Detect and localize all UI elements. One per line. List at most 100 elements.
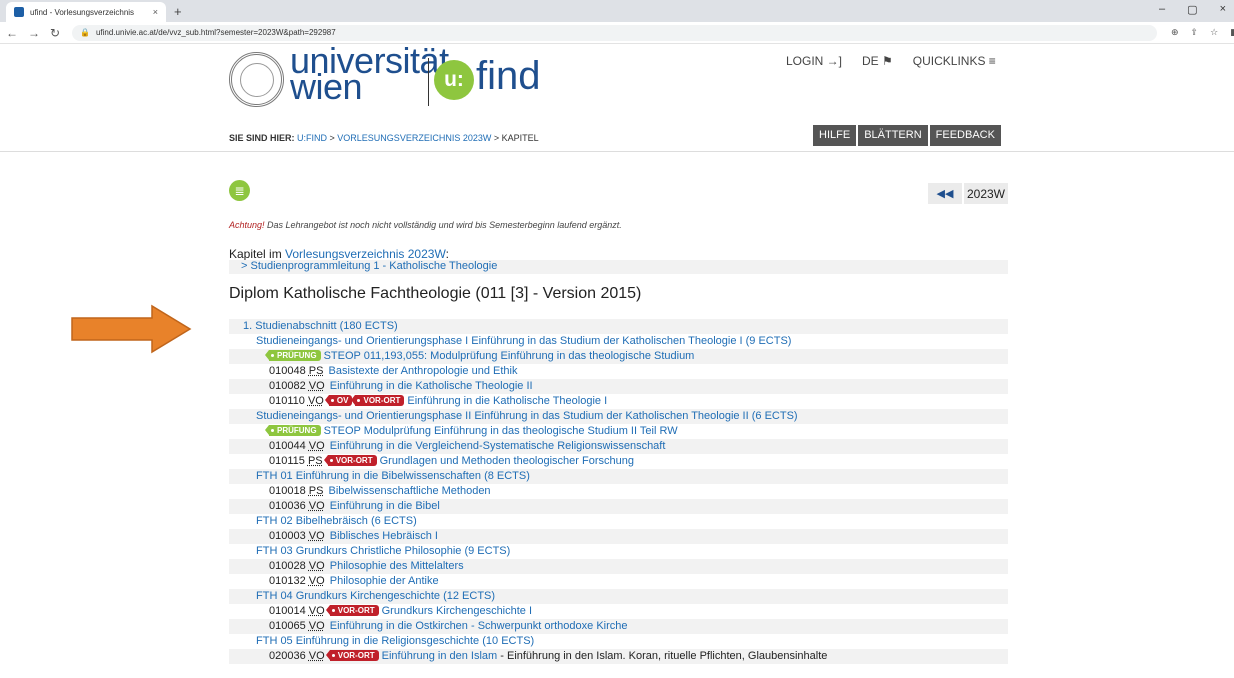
tree-row: 1. Studienabschnitt (180 ECTS) xyxy=(229,319,1008,334)
tree-link[interactable]: Studieneingangs- und Orientierungsphase … xyxy=(256,335,791,347)
site-header: universität wien u: find LOGIN →] DE ⚑ Q… xyxy=(0,43,1234,152)
url-field[interactable]: 🔒 ufind.univie.ac.at/de/vvz_sub.html?sem… xyxy=(72,24,1157,41)
tree-link[interactable]: FTH 03 Grundkurs Christliche Philosophie… xyxy=(256,545,510,557)
tree-link[interactable]: STEOP 011,193,055: Modulprüfung Einführu… xyxy=(324,350,695,362)
course-number: 010048 xyxy=(269,365,309,377)
tree-row: Studieneingangs- und Orientierungsphase … xyxy=(229,334,1008,349)
ufind-logo-icon[interactable]: u: xyxy=(434,60,474,100)
share-icon[interactable]: ⇪ xyxy=(1191,27,1199,38)
quicklinks-link[interactable]: QUICKLINKS ≡ xyxy=(913,54,996,68)
tree-row: 010115 PS VOR-ORT Grundlagen und Methoden… xyxy=(229,454,1008,469)
tab-close-icon[interactable]: × xyxy=(153,7,158,17)
breadcrumb: SIE SIND HIER: U:FIND > VORLESUNGSVERZEI… xyxy=(229,133,539,143)
tree-link[interactable]: Einführung in den Islam xyxy=(382,650,498,662)
language-link[interactable]: DE ⚑ xyxy=(862,54,893,68)
tree-link[interactable]: Bibelwissenschaftliche Methoden xyxy=(329,485,491,497)
sidepanel-icon[interactable]: ◧ xyxy=(1230,27,1234,38)
tree-row: 010082 VO Einführung in die Katholische … xyxy=(229,379,1008,394)
course-number: 020036 xyxy=(269,650,309,662)
tree-link[interactable]: Philosophie der Antike xyxy=(330,575,439,587)
univie-logo[interactable]: universität wien xyxy=(290,43,449,105)
tree-row: FTH 04 Grundkurs Kirchengeschichte (12 E… xyxy=(229,589,1008,604)
course-type[interactable]: PS xyxy=(309,365,324,377)
course-type[interactable]: PS xyxy=(308,455,323,467)
tree-link[interactable]: FTH 04 Grundkurs Kirchengeschichte (12 E… xyxy=(256,590,495,602)
tree-row: 010044 VO Einführung in die Vergleichend… xyxy=(229,439,1008,454)
tag-badge: VOR-ORT xyxy=(325,605,379,616)
tree-link[interactable]: Grundlagen und Methoden theologischer Fo… xyxy=(380,455,634,467)
window-close-icon[interactable]: × xyxy=(1220,3,1226,16)
tree-link[interactable]: FTH 02 Bibelhebräisch (6 ECTS) xyxy=(256,515,417,527)
tree-row: 010018 PS Bibelwissenschaftliche Methode… xyxy=(229,484,1008,499)
forward-icon[interactable]: → xyxy=(28,26,40,40)
browse-button[interactable]: BLÄTTERN xyxy=(858,125,928,146)
course-number: 010018 xyxy=(269,485,309,497)
tree-link[interactable]: Studieneingangs- und Orientierungsphase … xyxy=(256,410,798,422)
tree-row: PRÜFUNG STEOP 011,193,055: Modulprüfung E… xyxy=(229,349,1008,364)
tree-row: 020036 VO VOR-ORT Einführung in den Islam… xyxy=(229,649,1008,664)
course-type[interactable]: VO xyxy=(309,620,325,632)
help-button[interactable]: HILFE xyxy=(813,125,857,146)
breadcrumb-ufind[interactable]: U:FIND xyxy=(297,133,327,143)
tree-link[interactable]: Einführung in die Katholische Theologie … xyxy=(407,395,607,407)
feedback-button[interactable]: FEEDBACK xyxy=(929,125,1001,146)
course-type[interactable]: VO xyxy=(309,380,325,392)
tree-row: FTH 03 Grundkurs Christliche Philosophie… xyxy=(229,544,1008,559)
course-type[interactable]: VO xyxy=(309,575,325,587)
tree-link[interactable]: Basistexte der Anthropologie und Ethik xyxy=(329,365,518,377)
course-type[interactable]: VO xyxy=(309,650,325,662)
tree-link[interactable]: Grundkurs Kirchengeschichte I xyxy=(382,605,532,617)
tree-link[interactable]: Einführung in die Ostkirchen - Schwerpun… xyxy=(330,620,628,632)
url-text: ufind.univie.ac.at/de/vvz_sub.html?semes… xyxy=(95,28,336,37)
course-number: 010132 xyxy=(269,575,309,587)
login-link[interactable]: LOGIN →] xyxy=(786,54,842,68)
ufind-logo-text[interactable]: find xyxy=(476,54,541,99)
course-number: 010082 xyxy=(269,380,309,392)
tree-link[interactable]: 1. Studienabschnitt (180 ECTS) xyxy=(243,320,398,332)
course-type[interactable]: VO xyxy=(309,560,325,572)
tree-link[interactable]: Einführung in die Bibel xyxy=(330,500,440,512)
tree-link[interactable]: Einführung in die Vergleichend-Systemati… xyxy=(330,440,666,452)
tag-badge: PRÜFUNG xyxy=(265,425,321,436)
reload-icon[interactable]: ↻ xyxy=(50,26,60,40)
minimize-icon[interactable]: – xyxy=(1159,3,1165,16)
tree-link[interactable]: Philosophie des Mittelalters xyxy=(330,560,464,572)
back-icon[interactable]: ← xyxy=(6,26,18,40)
course-type[interactable]: VO xyxy=(309,500,325,512)
tree-link[interactable]: STEOP Modulprüfung Einführung in das the… xyxy=(324,425,678,437)
semester-back-button[interactable]: ◀◀ xyxy=(928,183,962,204)
tree-row: FTH 02 Bibelhebräisch (6 ECTS) xyxy=(229,514,1008,529)
browser-tabbar: ufind - Vorlesungsverzeichnis × + – ▢ × xyxy=(0,0,1234,22)
window-controls: – ▢ × xyxy=(1159,3,1226,16)
tree-link[interactable]: Einführung in die Katholische Theologie … xyxy=(330,380,533,392)
semester-label[interactable]: 2023W xyxy=(964,183,1008,204)
course-type[interactable]: VO xyxy=(308,395,324,407)
university-seal-icon[interactable] xyxy=(229,52,284,107)
course-number: 010044 xyxy=(269,440,309,452)
breadcrumb-vvz[interactable]: VORLESUNGSVERZEICHNIS 2023W xyxy=(337,133,491,143)
logo-separator xyxy=(428,58,429,106)
tree-row: PRÜFUNG STEOP Modulprüfung Einführung in … xyxy=(229,424,1008,439)
chapter-sub-link[interactable]: > Studienprogrammleitung 1 - Katholische… xyxy=(229,260,1008,274)
maximize-icon[interactable]: ▢ xyxy=(1187,3,1197,16)
semester-selector: ◀◀ 2023W xyxy=(928,183,1008,204)
tree-link[interactable]: FTH 05 Einführung in die Religionsgeschi… xyxy=(256,635,534,647)
tag-badge: PRÜFUNG xyxy=(265,350,321,361)
tree-row: 010110 VO OV VOR-ORT Einführung in die Kat… xyxy=(229,394,1008,409)
bookmark-star-icon[interactable]: ☆ xyxy=(1210,27,1218,38)
tag-badge: OV xyxy=(324,395,353,406)
course-type[interactable]: VO xyxy=(309,530,325,542)
browser-tab[interactable]: ufind - Vorlesungsverzeichnis × xyxy=(6,2,166,22)
zoom-icon[interactable]: ⊕ xyxy=(1171,27,1179,38)
new-tab-button[interactable]: + xyxy=(174,2,182,22)
tree-row: 010014 VO VOR-ORT Grundkurs Kirchengeschi… xyxy=(229,604,1008,619)
chapter-vvz-link[interactable]: Vorlesungsverzeichnis 2023W xyxy=(285,247,446,261)
course-type[interactable]: PS xyxy=(309,485,324,497)
tree-link[interactable]: FTH 01 Einführung in die Bibelwissenscha… xyxy=(256,470,530,482)
course-type[interactable]: VO xyxy=(309,440,325,452)
lock-icon: 🔒 xyxy=(80,28,90,37)
list-menu-icon[interactable]: ≣ xyxy=(229,180,250,201)
course-type[interactable]: VO xyxy=(309,605,325,617)
tree-link[interactable]: Biblisches Hebräisch I xyxy=(330,530,438,542)
tag-badge: VOR-ORT xyxy=(351,395,405,406)
